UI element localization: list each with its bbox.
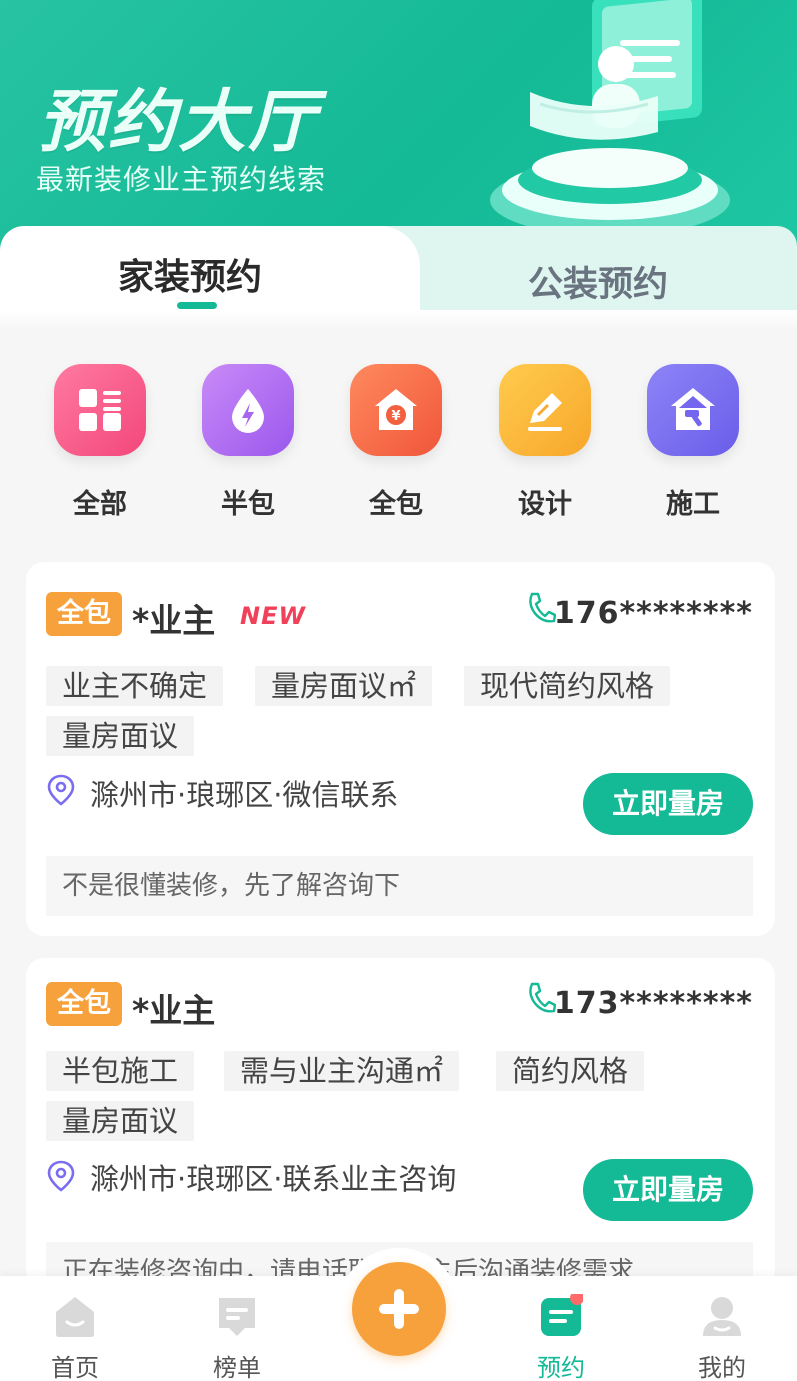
add-button[interactable] [352, 1262, 446, 1356]
category-full-package[interactable]: ¥ 全包 [346, 364, 446, 521]
house-yen-icon: ¥ [350, 364, 442, 456]
phone-icon[interactable] [526, 590, 556, 624]
page-title: 预约大厅 [38, 83, 319, 162]
tab-home-booking[interactable]: 家装预约 [118, 248, 262, 300]
new-badge: NEW [240, 602, 306, 630]
lead-card[interactable]: 全包 *业主 173******** 半包施工 需与业主沟通㎡ 简约风格 量房面… [26, 958, 775, 1302]
lead-tag: 半包施工 [46, 1051, 195, 1091]
lead-tag: 量房面议㎡ [255, 666, 433, 706]
package-badge: 全包 [46, 982, 122, 1026]
category-construction[interactable]: 施工 [643, 364, 743, 521]
tab-public-booking[interactable]: 公装预约 [528, 256, 668, 307]
phone-number: 173******** [553, 986, 753, 1021]
pen-icon [499, 364, 591, 456]
booking-icon [541, 1291, 584, 1336]
nav-label: 我的 [698, 1354, 746, 1381]
nav-label: 首页 [51, 1354, 99, 1381]
phone-icon[interactable] [526, 980, 556, 1014]
ranking-icon [219, 1298, 255, 1336]
content-fade [0, 310, 797, 330]
category-label: 全部 [73, 489, 127, 520]
lead-note: 不是很懂装修，先了解咨询下 [46, 856, 753, 916]
tab-active-indicator [177, 302, 217, 309]
svg-text:¥: ¥ [391, 409, 400, 424]
hero-banner: 预约大厅 最新装修业主预约线索 [0, 0, 797, 260]
profile-icon [703, 1297, 741, 1336]
nav-home[interactable]: 首页 [20, 1294, 130, 1381]
phone-number: 176******** [553, 596, 753, 631]
booking-illustration-icon [490, 0, 730, 236]
lead-location: 滁州市·琅琊区·微信联系 [90, 778, 399, 812]
nav-booking[interactable]: 预约 [506, 1291, 616, 1381]
category-label: 设计 [518, 489, 572, 520]
category-design[interactable]: 设计 [495, 364, 595, 521]
nav-profile[interactable]: 我的 [667, 1294, 777, 1381]
category-label: 半包 [221, 489, 275, 520]
location-pin-icon [47, 1160, 75, 1192]
lead-tag: 现代简约风格 [464, 666, 671, 706]
grid-icon [54, 364, 146, 456]
page-subtitle: 最新装修业主预约线索 [36, 163, 327, 196]
nav-label: 预约 [537, 1354, 585, 1381]
droplet-bolt-icon [202, 364, 294, 456]
category-half-package[interactable]: 半包 [198, 364, 298, 521]
lead-tag: 简约风格 [496, 1051, 645, 1091]
lead-tag: 量房面议 [46, 1101, 195, 1141]
category-label: 全包 [369, 489, 423, 520]
category-all[interactable]: 全部 [50, 364, 150, 521]
lead-tag: 需与业主沟通㎡ [224, 1051, 460, 1091]
measure-now-button[interactable]: 立即量房 [583, 1159, 753, 1221]
owner-name: *业主 [132, 601, 216, 640]
lead-tag: 业主不确定 [46, 666, 224, 706]
owner-name: *业主 [132, 991, 216, 1030]
home-icon [56, 1297, 94, 1337]
nav-ranking[interactable]: 榜单 [182, 1294, 292, 1381]
lead-location: 滁州市·琅琊区·联系业主咨询 [90, 1162, 457, 1196]
category-label: 施工 [666, 489, 720, 520]
house-hammer-icon [647, 364, 739, 456]
location-pin-icon [47, 774, 75, 806]
lead-tag: 量房面议 [46, 716, 195, 756]
nav-label: 榜单 [213, 1354, 261, 1381]
lead-card[interactable]: 全包 *业主 NEW 176******** 业主不确定 量房面议㎡ 现代简约风… [26, 562, 775, 936]
package-badge: 全包 [46, 592, 122, 636]
plus-icon [379, 1289, 419, 1329]
measure-now-button[interactable]: 立即量房 [583, 773, 753, 835]
